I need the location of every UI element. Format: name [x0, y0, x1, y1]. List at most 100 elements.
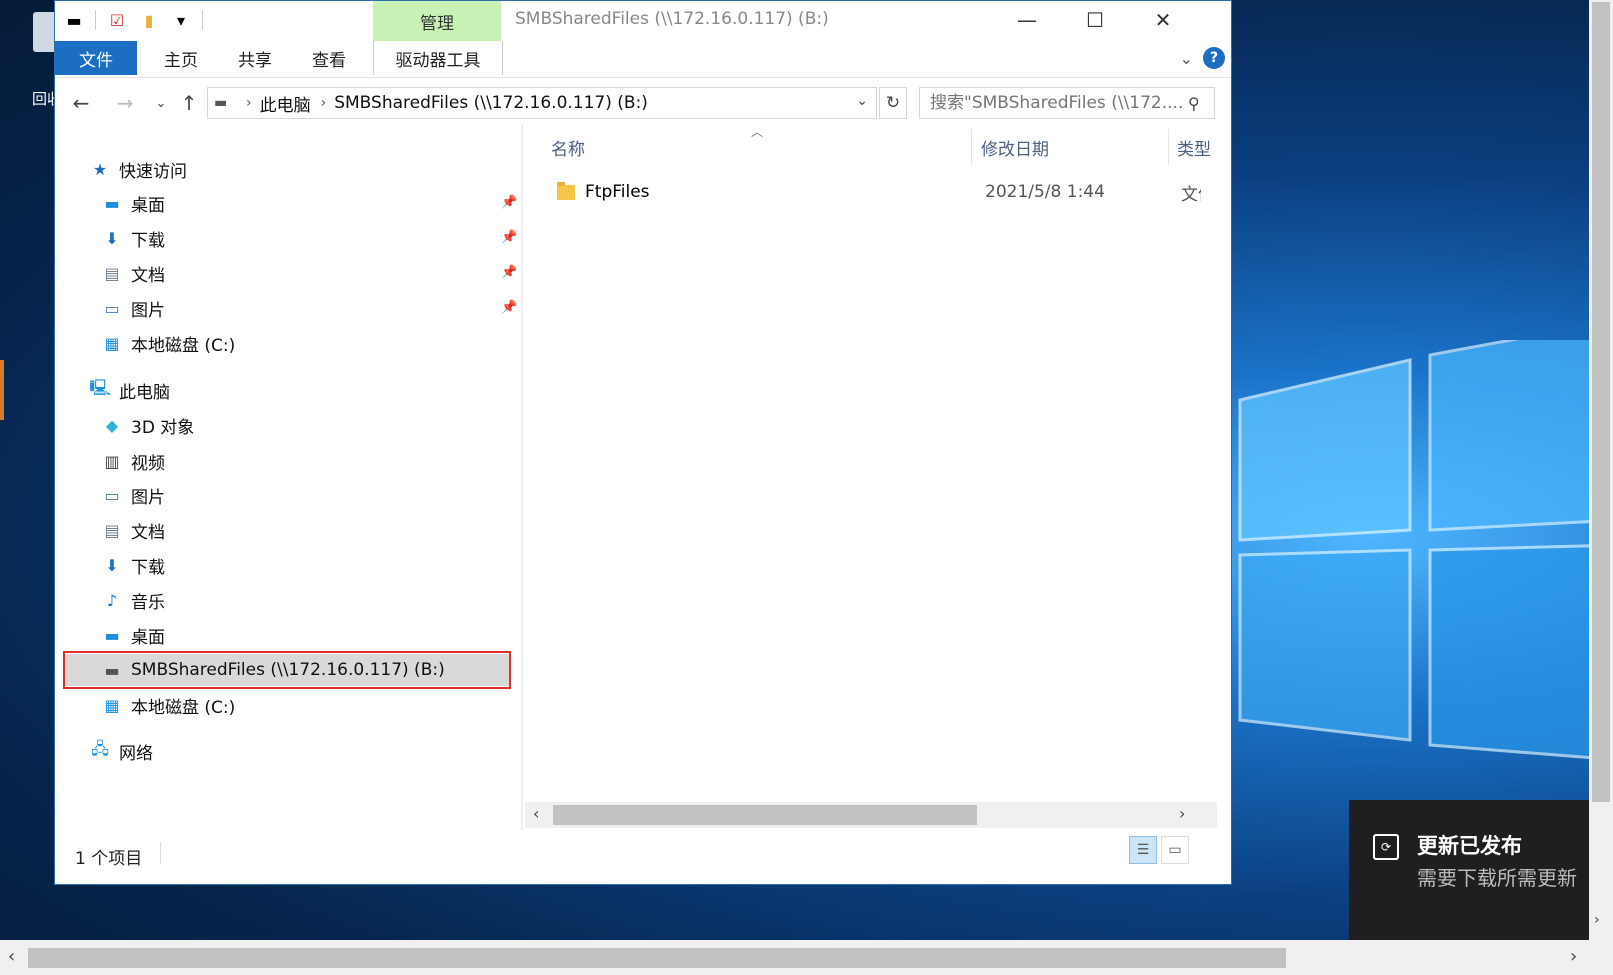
pin-icon[interactable]: 📌 [501, 195, 517, 210]
pane-splitter[interactable] [521, 125, 523, 830]
minimize-button[interactable]: — [993, 1, 1061, 39]
forward-arrow-icon[interactable]: → [111, 89, 139, 117]
scroll-left-icon[interactable]: ‹ [533, 804, 539, 823]
video-icon: ▥ [104, 451, 120, 471]
breadcrumb-this-pc[interactable]: 此电脑 [260, 91, 311, 116]
horizontal-scrollbar[interactable]: ‹ › [525, 802, 1217, 828]
nav-documents[interactable]: ▤ 文档 [101, 514, 165, 546]
toast-title: 更新已发布 [1417, 834, 1522, 858]
close-button[interactable]: ✕ [1129, 1, 1197, 39]
maximize-button[interactable]: ☐ [1061, 1, 1129, 39]
breadcrumb-chevron-icon[interactable]: › [246, 95, 252, 111]
nav-music[interactable]: ♪ 音乐 [101, 584, 165, 616]
drive-icon[interactable]: ▬ [63, 9, 85, 31]
column-separator[interactable] [1168, 129, 1169, 165]
toast-body: 需要下载所需更新 [1417, 866, 1577, 890]
nav-this-pc[interactable]: 🖳 此电脑 [89, 374, 170, 406]
scrollbar-thumb[interactable] [28, 948, 1286, 968]
folder-icon [557, 181, 575, 200]
pin-icon[interactable]: 📌 [501, 265, 517, 280]
scrollbar-thumb[interactable] [1592, 2, 1610, 802]
expand-ribbon-chevron-icon[interactable]: ⌄ [1180, 49, 1193, 68]
nav-label: 下载 [131, 557, 165, 578]
nav-pictures[interactable]: ▭ 图片 [101, 479, 165, 511]
tab-share[interactable]: 共享 [225, 41, 285, 75]
star-icon: ★ [92, 159, 108, 179]
nav-quick-access[interactable]: ★ 快速访问 [89, 153, 187, 185]
details-view-icon[interactable]: ☰ [1129, 836, 1157, 864]
pin-icon[interactable]: 📌 [501, 230, 517, 245]
search-icon[interactable]: ⚲ [1188, 94, 1200, 113]
tab-file[interactable]: 文件 [55, 41, 137, 75]
search-input[interactable] [928, 92, 1188, 114]
scroll-right-icon[interactable]: › [1570, 946, 1577, 967]
address-dropdown-chevron-icon[interactable]: ⌄ [856, 93, 868, 109]
column-header-type[interactable]: 类型 [1177, 125, 1225, 169]
download-icon: ⬇ [105, 555, 119, 575]
outer-horizontal-scrollbar[interactable]: ‹ › [0, 940, 1613, 975]
recent-locations-chevron-icon[interactable]: ⌄ [147, 89, 175, 117]
nav-3d-objects[interactable]: ◆ 3D 对象 [101, 409, 194, 441]
contextual-group-manage: 管理 [373, 1, 501, 41]
scroll-down-icon[interactable]: › [1594, 912, 1600, 928]
tab-view[interactable]: 查看 [299, 41, 359, 75]
nav-label: 桌面 [131, 627, 165, 648]
customize-toolbar-chevron-icon[interactable]: ▾ [170, 9, 192, 31]
nav-label: 图片 [131, 487, 165, 508]
update-sync-icon: ⟳ [1373, 834, 1399, 860]
computer-icon: 🖳 [89, 377, 111, 397]
nav-label: 下载 [131, 230, 165, 251]
breadcrumb-chevron-icon[interactable]: › [321, 95, 327, 111]
new-folder-icon[interactable]: ▮ [138, 9, 160, 31]
nav-label: 本地磁盘 (C:) [131, 335, 236, 356]
outer-vertical-scrollbar[interactable]: › [1589, 0, 1613, 940]
title-bar[interactable]: ▬ ☑ ▮ ▾ 管理 SMBSharedFiles (\\172.16.0.11… [55, 1, 1231, 41]
file-list-pane: ︿ 名称 修改日期 类型 FtpFiles 2021/5/8 1:44 文件夹 … [525, 125, 1225, 830]
toolbar-separator [95, 10, 96, 30]
large-icons-view-icon[interactable]: ▭ [1161, 836, 1189, 864]
item-count: 1 个项目 [75, 849, 143, 869]
help-icon[interactable]: ? [1203, 47, 1225, 69]
column-header-modified[interactable]: 修改日期 [981, 125, 1171, 169]
file-row[interactable]: FtpFiles 2021/5/8 1:44 文件夹 [545, 177, 1225, 207]
column-header-name[interactable]: 名称 [551, 125, 971, 169]
local-disk-icon: ▦ [104, 333, 120, 353]
file-type: 文件夹 [1181, 184, 1201, 205]
download-icon: ⬇ [105, 228, 119, 248]
window-title: SMBSharedFiles (\\172.16.0.117) (B:) [515, 9, 829, 29]
column-separator[interactable] [971, 129, 972, 165]
file-modified: 2021/5/8 1:44 [985, 182, 1105, 202]
nav-downloads[interactable]: ⬇ 下载 [101, 549, 165, 581]
search-box[interactable]: ⚲ [919, 87, 1215, 119]
tab-home[interactable]: 主页 [151, 41, 211, 75]
nav-label: 桌面 [131, 195, 165, 216]
nav-quick-pictures[interactable]: ▭ 图片 [101, 292, 165, 324]
refresh-icon[interactable]: ↻ [879, 87, 907, 119]
nav-quick-desktop[interactable]: ▬ 桌面 [101, 187, 165, 219]
up-arrow-icon[interactable]: ↑ [175, 89, 203, 117]
nav-quick-local-disk[interactable]: ▦ 本地磁盘 (C:) [101, 327, 235, 359]
back-arrow-icon[interactable]: ← [67, 89, 95, 117]
nav-label: 网络 [119, 743, 153, 764]
update-notification-toast[interactable]: ⟳ 更新已发布 需要下载所需更新 [1349, 800, 1591, 940]
nav-videos[interactable]: ▥ 视频 [101, 445, 165, 477]
nav-local-disk[interactable]: ▦ 本地磁盘 (C:) [101, 689, 235, 721]
music-note-icon: ♪ [106, 590, 118, 610]
network-icon: 🖧 [91, 738, 109, 758]
properties-icon[interactable]: ☑ [106, 9, 128, 31]
scroll-left-icon[interactable]: ‹ [8, 946, 15, 967]
scroll-right-icon[interactable]: › [1179, 804, 1185, 823]
breadcrumb-smb-drive[interactable]: SMBSharedFiles (\\172.16.0.117) (B:) [334, 93, 648, 113]
quick-access-toolbar: ▬ ☑ ▮ ▾ [63, 9, 203, 31]
nav-network[interactable]: 🖧 网络 [89, 735, 153, 767]
nav-quick-documents[interactable]: ▤ 文档 [101, 257, 165, 289]
document-icon: ▤ [104, 520, 120, 540]
nav-quick-downloads[interactable]: ⬇ 下载 [101, 222, 165, 254]
nav-label: 快速访问 [119, 161, 187, 182]
pin-icon[interactable]: 📌 [501, 300, 517, 315]
address-bar[interactable]: ▬ › 此电脑 › SMBSharedFiles (\\172.16.0.117… [207, 87, 877, 119]
nav-label: 文档 [131, 522, 165, 543]
tab-drive-tools[interactable]: 驱动器工具 [373, 41, 503, 75]
scrollbar-thumb[interactable] [553, 805, 977, 825]
nav-desktop[interactable]: ▬ 桌面 [101, 619, 165, 651]
